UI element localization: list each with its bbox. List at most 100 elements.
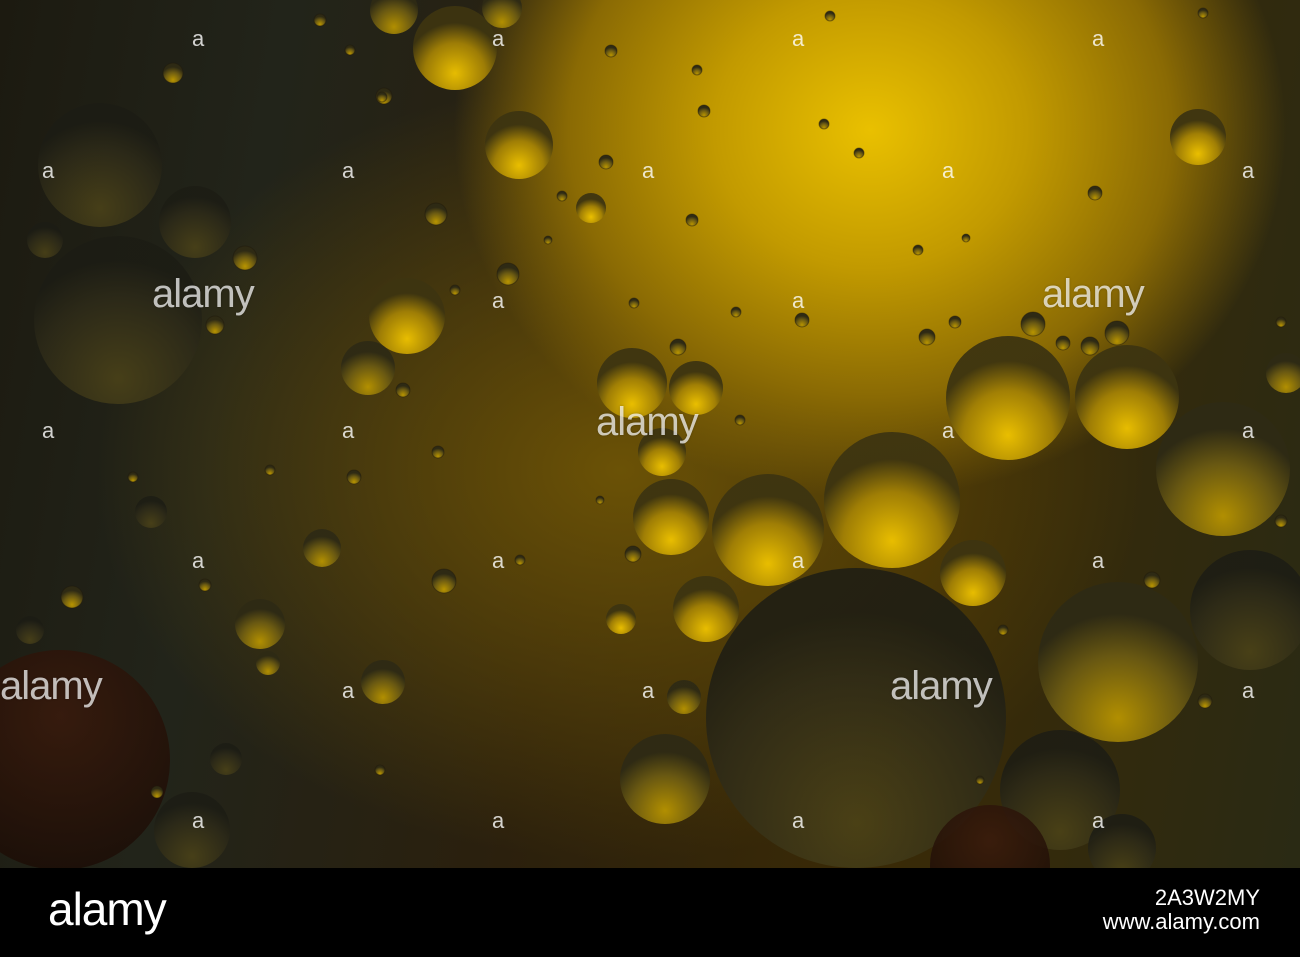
oil-bubble: [673, 576, 739, 642]
diagonal-mark: a: [192, 808, 205, 833]
diagonal-mark: a: [42, 418, 55, 443]
diagonal-mark: a: [1092, 26, 1105, 51]
oil-bubble: [135, 496, 167, 528]
oil-bubble: [16, 616, 44, 644]
oil-bubble: [667, 680, 701, 714]
diagonal-mark: a: [342, 678, 355, 703]
oil-bubble: [824, 432, 960, 568]
small-bubble: [514, 554, 526, 566]
footer-bar: alamy 2A3W2MY www.alamy.com: [0, 868, 1300, 957]
diagonal-mark: a: [1242, 678, 1255, 703]
diagonal-mark: a: [492, 26, 505, 51]
watermark-center: alamy: [596, 400, 699, 444]
small-bubble: [1197, 693, 1213, 709]
oil-bubble: [159, 186, 231, 258]
small-bubble: [424, 202, 448, 226]
small-bubble: [912, 244, 924, 256]
oil-bubble: [712, 474, 824, 586]
oil-bubble: [27, 222, 63, 258]
diagonal-mark: a: [942, 418, 955, 443]
small-bubble: [127, 471, 139, 483]
small-bubble: [961, 233, 971, 243]
small-bubble: [1143, 571, 1161, 589]
diagonal-mark: a: [492, 548, 505, 573]
small-bubble: [198, 578, 212, 592]
small-bubble: [395, 382, 411, 398]
oil-bubble: [370, 0, 418, 34]
oil-bubble: [620, 734, 710, 824]
diagonal-mark: a: [792, 288, 805, 313]
small-bubble: [1055, 335, 1071, 351]
diagonal-mark: a: [1242, 158, 1255, 183]
oil-bubble: [1075, 345, 1179, 449]
oil-bubble: [946, 336, 1070, 460]
diagonal-mark: a: [642, 158, 655, 183]
oil-bubble: [1266, 353, 1300, 393]
diagonal-mark: a: [42, 158, 55, 183]
oil-bubble: [38, 103, 162, 227]
diagonal-mark: a: [792, 26, 805, 51]
small-bubble: [60, 585, 84, 609]
watermark-bottom-right: alamy: [890, 664, 993, 708]
diagonal-mark: a: [792, 808, 805, 833]
small-bubble: [556, 190, 568, 202]
small-bubble: [543, 235, 553, 245]
small-bubble: [794, 312, 810, 328]
small-bubble: [697, 104, 711, 118]
small-bubble: [598, 154, 614, 170]
oil-bubble: [210, 743, 242, 775]
oil-bubbles-photo: alamy alamy alamy alamy alamy a a a a a …: [0, 0, 1300, 868]
watermark-bottom-left: alamy: [0, 664, 103, 708]
small-bubble: [948, 315, 962, 329]
oil-bubble: [576, 193, 606, 223]
small-bubble: [431, 445, 445, 459]
diagonal-mark: a: [342, 418, 355, 443]
oil-bubble: [303, 529, 341, 567]
small-bubble: [1274, 514, 1288, 528]
small-bubble: [975, 775, 985, 785]
small-bubble: [1087, 185, 1103, 201]
diagonal-mark: a: [492, 288, 505, 313]
diagonal-mark: a: [1092, 808, 1105, 833]
small-bubble: [818, 118, 830, 130]
oil-bubble: [361, 660, 405, 704]
diagonal-mark: a: [942, 158, 955, 183]
small-bubble: [624, 545, 642, 563]
small-bubble: [376, 91, 388, 103]
small-bubble: [232, 245, 258, 271]
oil-bubble: [256, 651, 280, 675]
oil-bubble: [1170, 109, 1226, 165]
oil-bubble: [341, 341, 395, 395]
small-bubble: [431, 568, 457, 594]
oil-bubble: [1156, 402, 1290, 536]
small-bubble: [374, 764, 386, 776]
small-bubble: [685, 213, 699, 227]
small-bubble: [1197, 7, 1209, 19]
diagonal-mark: a: [1242, 418, 1255, 443]
small-bubble: [449, 284, 461, 296]
small-bubble: [496, 262, 520, 286]
small-bubble: [669, 338, 687, 356]
small-bubble: [264, 464, 276, 476]
diagonal-mark: a: [192, 26, 205, 51]
oil-bubble: [369, 278, 445, 354]
small-bubble: [730, 306, 742, 318]
small-bubble: [918, 328, 936, 346]
oil-bubble: [485, 111, 553, 179]
oil-bubble: [34, 236, 202, 404]
diagonal-mark: a: [1092, 548, 1105, 573]
site-url: www.alamy.com: [1102, 909, 1260, 934]
diagonal-mark: a: [642, 678, 655, 703]
small-bubble: [734, 414, 746, 426]
footer-credit: 2A3W2MY www.alamy.com: [1103, 886, 1260, 934]
small-bubble: [691, 64, 703, 76]
small-bubble: [595, 495, 605, 505]
small-bubble: [313, 13, 327, 27]
small-bubble: [997, 624, 1009, 636]
oil-bubble: [1038, 582, 1198, 742]
small-bubble: [346, 469, 362, 485]
oil-bubble: [633, 479, 709, 555]
diagonal-mark: a: [492, 808, 505, 833]
watermark-left: alamy: [152, 272, 255, 316]
small-bubble: [628, 297, 640, 309]
